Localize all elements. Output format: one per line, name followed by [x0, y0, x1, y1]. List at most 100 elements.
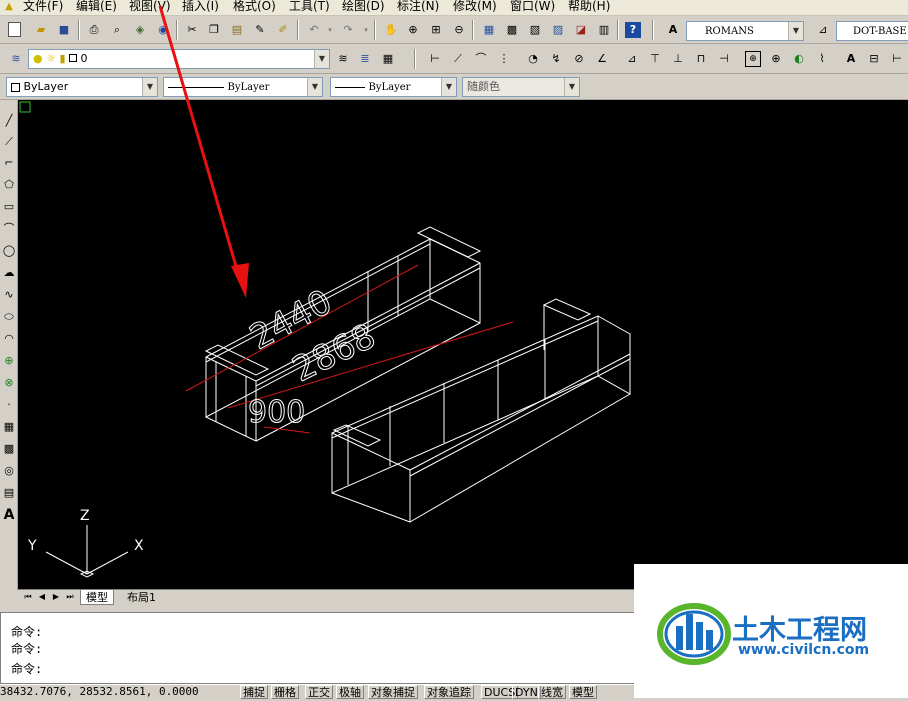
redo-icon[interactable]: ↷	[340, 22, 356, 38]
point-icon[interactable]: ·	[1, 396, 17, 414]
jogged-linear-icon[interactable]: ⌇	[814, 51, 830, 67]
calculator-icon[interactable]: ▥	[596, 22, 612, 38]
menu-modify[interactable]: 修改(M)	[453, 0, 497, 14]
dim-baseline-icon[interactable]: ⊤	[647, 51, 663, 67]
zoom-previous-icon[interactable]: ⊖	[451, 22, 467, 38]
zoom-realtime-icon[interactable]: ⊕	[405, 22, 421, 38]
menu-help[interactable]: 帮助(H)	[568, 0, 610, 14]
command-prompt[interactable]: 命令:	[11, 660, 42, 677]
ellipse-arc-icon[interactable]: ◠	[1, 330, 17, 348]
dim-text-edit-icon[interactable]: ⊟	[866, 51, 882, 67]
help-icon[interactable]: ?	[625, 22, 641, 38]
make-current-layer-icon[interactable]: ≋	[335, 51, 351, 67]
chevron-down-icon[interactable]: ▼	[314, 50, 329, 68]
dim-linear-icon[interactable]: ⊢	[427, 51, 443, 67]
dim-jogged-icon[interactable]: ↯	[548, 51, 564, 67]
color-select[interactable]: ByLayer ▼	[6, 77, 158, 97]
layer-lock-icon[interactable]: ▮	[59, 52, 65, 65]
menu-file[interactable]: 文件(F)	[23, 0, 63, 14]
layer-freeze-icon[interactable]: ☼	[46, 52, 56, 65]
plot-style-select[interactable]: 随颜色 ▼	[462, 77, 580, 97]
status-otrack-button[interactable]: 对象追踪	[424, 685, 474, 699]
dim-continue-icon[interactable]: ⊥	[670, 51, 686, 67]
dim-aligned-icon[interactable]: ⟋	[450, 51, 466, 67]
status-polar-button[interactable]: 极轴	[336, 685, 364, 699]
design-center-icon[interactable]: ▩	[504, 22, 520, 38]
tab-first-icon[interactable]: ⏮	[22, 590, 34, 604]
dim-break-icon[interactable]: ⊣	[716, 51, 732, 67]
copy-icon[interactable]: ❐	[206, 22, 222, 38]
chevron-down-icon[interactable]: ▼	[307, 78, 322, 96]
layer-previous-icon[interactable]: ≣	[357, 51, 373, 67]
publish-icon[interactable]: ◈	[132, 22, 148, 38]
sheet-set-icon[interactable]: ▨	[550, 22, 566, 38]
layer-manager-icon[interactable]: ≋	[8, 51, 24, 67]
menu-window[interactable]: 窗口(W)	[510, 0, 555, 14]
zoom-window-icon[interactable]: ⊞	[428, 22, 444, 38]
chevron-down-icon[interactable]: ▼	[788, 22, 803, 40]
markup-icon[interactable]: ◪	[573, 22, 589, 38]
etransmit-icon[interactable]: ◉	[155, 22, 171, 38]
status-model-button[interactable]: 模型	[569, 685, 597, 699]
region-icon[interactable]: ◎	[1, 462, 17, 480]
dim-inspect-icon[interactable]: ◐	[791, 51, 807, 67]
dim-style-icon[interactable]: ⊿	[815, 22, 831, 38]
arc-icon[interactable]: ⌒	[1, 220, 17, 238]
dim-update-icon[interactable]: ⊢	[889, 51, 905, 67]
status-lineweight-button[interactable]: 线宽	[538, 685, 566, 699]
command-window[interactable]: 命令: 命令: 命令:	[0, 612, 636, 684]
properties-icon[interactable]: ▦	[481, 22, 497, 38]
dim-arc-icon[interactable]: ⌒	[473, 51, 489, 67]
new-file-icon[interactable]	[8, 22, 21, 37]
status-snap-button[interactable]: 捕捉	[240, 685, 268, 699]
insert-block-icon[interactable]: ⊕	[1, 352, 17, 370]
quick-dim-icon[interactable]: ⊿	[624, 51, 640, 67]
dim-edit-icon[interactable]: A	[843, 51, 859, 67]
status-osnap-button[interactable]: 对象捕捉	[368, 685, 418, 699]
spline-icon[interactable]: ∿	[1, 286, 17, 304]
coordinate-readout[interactable]: 38432.7076, 28532.8561, 0.0000	[0, 685, 199, 699]
redo-dropdown-icon[interactable]: ▾	[358, 22, 374, 38]
menu-draw[interactable]: 绘图(D)	[342, 0, 385, 14]
table-icon[interactable]: ▤	[1, 484, 17, 502]
app-icon[interactable]: ▲	[2, 0, 16, 14]
tab-prev-icon[interactable]: ◀	[36, 590, 48, 604]
multiline-text-icon[interactable]: A	[1, 506, 17, 524]
line-icon[interactable]: ╱	[1, 112, 17, 130]
make-block-icon[interactable]: ⊗	[1, 374, 17, 392]
ellipse-icon[interactable]: ⬭	[1, 308, 17, 326]
lineweight-select[interactable]: ByLayer ▼	[330, 77, 457, 97]
revision-cloud-icon[interactable]: ☁	[1, 264, 17, 282]
cut-icon[interactable]: ✂	[184, 22, 200, 38]
print-icon[interactable]: ⎙	[86, 22, 102, 38]
dim-style-select[interactable]: DOT-BASE	[836, 21, 908, 41]
undo-dropdown-icon[interactable]: ▾	[322, 22, 338, 38]
text-style-icon[interactable]: A	[665, 22, 681, 38]
chevron-down-icon[interactable]: ▼	[564, 78, 579, 96]
center-mark-icon[interactable]: ⊕	[768, 51, 784, 67]
print-preview-icon[interactable]: ⌕	[109, 22, 125, 38]
tab-model[interactable]: 模型	[80, 590, 114, 605]
status-dyn-button[interactable]: DYN	[512, 685, 541, 699]
layer-on-icon[interactable]: ●	[33, 52, 43, 65]
drawing-canvas[interactable]: 2440 2868 900 Z Y X	[18, 100, 908, 590]
tab-last-icon[interactable]: ⏭	[64, 590, 76, 604]
block-editor-icon[interactable]: ✐	[275, 22, 291, 38]
dim-angular-icon[interactable]: ∠	[594, 51, 610, 67]
gradient-icon[interactable]: ▩	[1, 440, 17, 458]
layer-select[interactable]: ● ☼ ▮ 0 ▼	[28, 49, 330, 69]
chevron-down-icon[interactable]: ▼	[441, 78, 456, 96]
paste-icon[interactable]: ▤	[229, 22, 245, 38]
hatch-icon[interactable]: ▦	[1, 418, 17, 436]
status-ortho-button[interactable]: 正交	[305, 685, 333, 699]
construction-line-icon[interactable]: ⟋	[1, 133, 17, 151]
menu-edit[interactable]: 编辑(E)	[76, 0, 117, 14]
dim-radius-icon[interactable]: ◔	[525, 51, 541, 67]
match-properties-icon[interactable]: ✎	[252, 22, 268, 38]
menu-dimension[interactable]: 标注(N)	[397, 0, 439, 14]
chevron-down-icon[interactable]: ▼	[142, 78, 157, 96]
pan-icon[interactable]: ✋	[383, 22, 399, 38]
circle-icon[interactable]: ◯	[1, 242, 17, 260]
tolerance-icon[interactable]: ⊕	[745, 51, 761, 67]
open-folder-icon[interactable]: ▰	[33, 22, 49, 38]
